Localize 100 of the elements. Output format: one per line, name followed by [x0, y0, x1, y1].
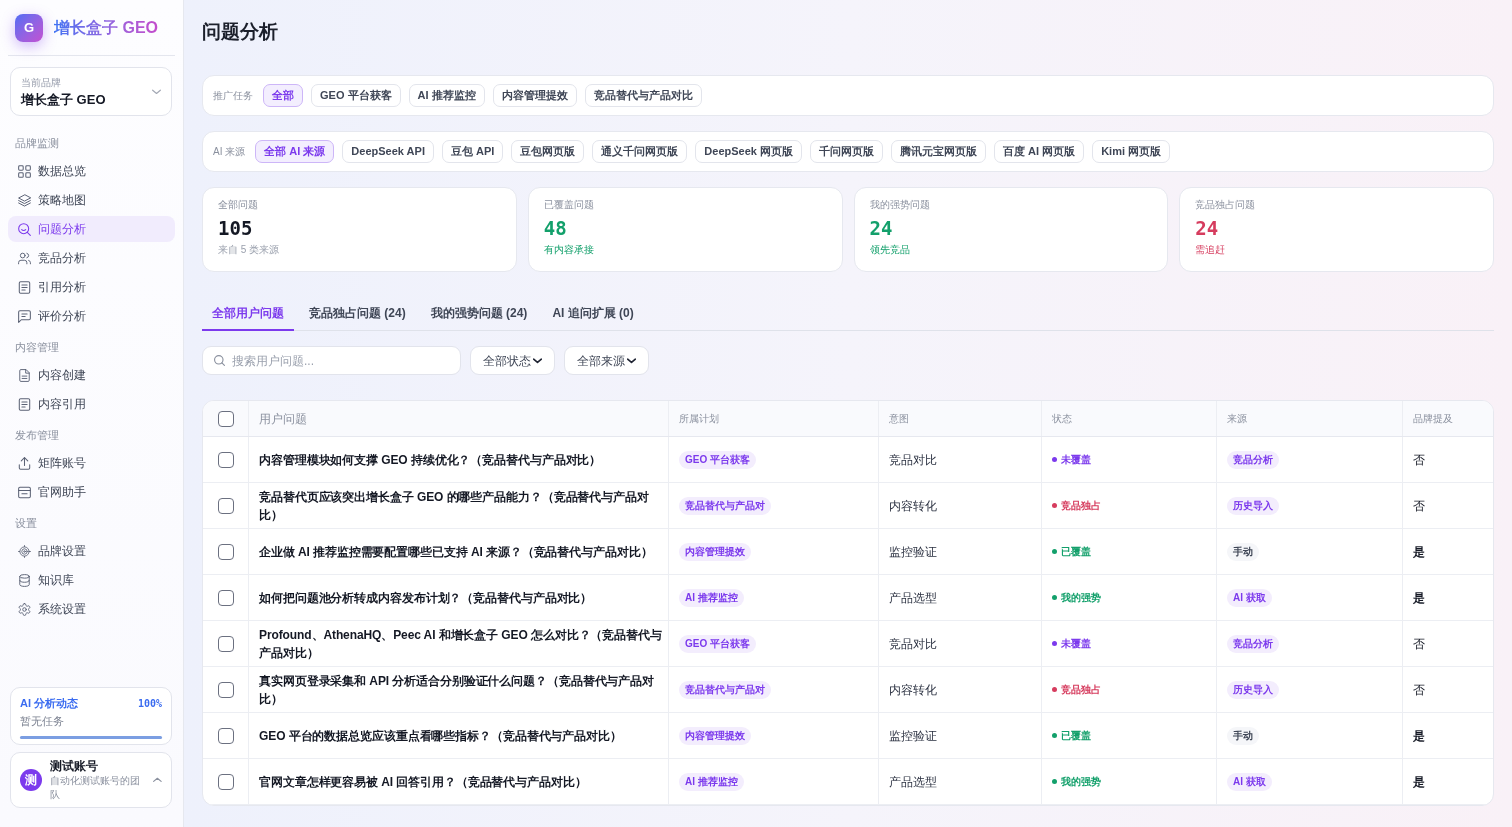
- question-cell: 真实网页登录采集和 API 分析适合分别验证什么问题？（竞品替代与产品对比）: [249, 667, 669, 712]
- status-text: 竞品独占: [1061, 683, 1101, 697]
- filter-chip[interactable]: 内容管理提效: [492, 84, 577, 107]
- checkbox[interactable]: [217, 681, 234, 698]
- brand-selector[interactable]: 当前品牌 增长盒子 GEO: [10, 67, 172, 116]
- plan-tag: AI 推荐监控: [679, 772, 744, 791]
- tab[interactable]: 我的强势问题 (24): [420, 297, 538, 331]
- status-text: 未覆盖: [1061, 637, 1091, 651]
- account-name: 测试账号: [50, 758, 99, 774]
- filter-chip[interactable]: 全部: [263, 84, 303, 107]
- checkbox[interactable]: [217, 497, 234, 514]
- filter-chip[interactable]: 全部 AI 来源: [255, 140, 335, 163]
- question-cell: 如何把问题池分析转成内容发布计划？（竞品替代与产品对比）: [249, 575, 669, 620]
- nav-item[interactable]: 品牌设置: [8, 538, 175, 564]
- filter-label: 推广任务: [213, 89, 253, 103]
- filter-chip[interactable]: 百度 AI 网页版: [994, 140, 1085, 163]
- nav-item[interactable]: 引用分析: [8, 274, 175, 300]
- users-icon: [18, 251, 31, 265]
- filter-chip[interactable]: 竞品替代与产品对比: [584, 84, 702, 107]
- mention-cell-text: 是: [1412, 727, 1426, 745]
- column-header: 来源: [1217, 401, 1403, 436]
- plan-tag: 竞品替代与产品对: [679, 680, 771, 699]
- tab[interactable]: AI 追问扩展 (0): [542, 297, 644, 331]
- stat-value: 105: [218, 216, 254, 240]
- nav-item[interactable]: 评价分析: [8, 303, 175, 329]
- mention-cell-text: 是: [1412, 773, 1426, 791]
- target-icon: [18, 544, 31, 558]
- stat-note: 有内容承接: [543, 243, 595, 257]
- window-icon: [18, 485, 31, 499]
- ai-status-title: AI 分析动态: [20, 696, 79, 711]
- nav-item[interactable]: 问题分析: [8, 216, 175, 242]
- nav-item[interactable]: 系统设置: [8, 596, 175, 622]
- plan-tag: GEO 平台获客: [679, 450, 756, 469]
- stat-label: 已覆盖问题: [543, 198, 595, 212]
- mention-cell-text: 否: [1412, 681, 1426, 699]
- plan-tag: 内容管理提效: [679, 542, 751, 561]
- filter-chip[interactable]: 豆包网页版: [511, 140, 585, 163]
- checkbox[interactable]: [217, 451, 234, 468]
- plan-tag: 内容管理提效: [679, 726, 751, 745]
- status-text: 我的强势: [1061, 591, 1101, 605]
- filter-chip[interactable]: DeepSeek 网页版: [695, 140, 802, 163]
- message-icon: [18, 309, 31, 323]
- filter-chip[interactable]: DeepSeek API: [342, 140, 434, 163]
- checkbox[interactable]: [217, 727, 234, 744]
- nav-item[interactable]: 官网助手: [8, 479, 175, 505]
- intent-cell: 竞品对比: [879, 437, 1042, 482]
- file-icon: [18, 368, 31, 382]
- filter-chip[interactable]: 通义千问网页版: [592, 140, 688, 163]
- checkbox[interactable]: [217, 773, 234, 790]
- grid-icon: [18, 164, 31, 178]
- source-tag: AI 获取: [1227, 772, 1272, 791]
- filter-label: AI 来源: [213, 145, 246, 159]
- column-header: 所属计划: [669, 401, 879, 436]
- mention-cell-text: 否: [1412, 451, 1426, 469]
- column-header: 品牌提及: [1412, 412, 1454, 426]
- filter-chip[interactable]: GEO 平台获客: [311, 84, 401, 107]
- source-tag: 手动: [1227, 726, 1259, 745]
- upload-icon: [18, 456, 31, 470]
- stat-label: 竞品独占问题: [1195, 198, 1257, 212]
- section-label: 发布管理: [14, 428, 60, 443]
- filter-chip[interactable]: 千问网页版: [810, 140, 883, 163]
- nav-item[interactable]: 竞品分析: [8, 245, 175, 271]
- document-icon: [18, 280, 31, 294]
- nav-item[interactable]: 内容创建: [8, 362, 175, 388]
- app-title: 增长盒子 GEO: [54, 18, 158, 38]
- tab[interactable]: 竞品独占问题 (24): [299, 297, 416, 331]
- dropdown[interactable]: 全部来源: [564, 346, 649, 375]
- section-label: 设置: [14, 516, 38, 531]
- stat-label: 我的强势问题: [869, 198, 931, 212]
- status-text: 未覆盖: [1061, 453, 1091, 467]
- checkbox[interactable]: [217, 635, 234, 652]
- filter-chip[interactable]: 豆包 API: [441, 140, 504, 163]
- search-icon: [18, 222, 31, 236]
- brand-value: 增长盒子 GEO: [21, 90, 106, 108]
- question-cell: GEO 平台的数据总览应该重点看哪些指标？（竞品替代与产品对比）: [249, 713, 669, 758]
- tab[interactable]: 全部用户问题: [202, 297, 294, 331]
- nav-item[interactable]: 数据总览: [8, 158, 175, 184]
- column-header: 意图: [879, 401, 1042, 436]
- nav-item[interactable]: 矩阵账号: [8, 450, 175, 476]
- plan-tag: GEO 平台获客: [679, 634, 756, 653]
- checkbox[interactable]: [217, 543, 234, 560]
- intent-cell: 监控验证: [879, 529, 1042, 574]
- dropdown[interactable]: 全部状态: [470, 346, 555, 375]
- nav-item[interactable]: 知识库: [8, 567, 175, 593]
- plan-tag: AI 推荐监控: [679, 588, 744, 607]
- nav-item[interactable]: 策略地图: [8, 187, 175, 213]
- avatar: 测: [20, 769, 42, 791]
- checkbox[interactable]: [217, 410, 234, 427]
- status-text: 竞品独占: [1061, 499, 1101, 513]
- filter-chip[interactable]: AI 推荐监控: [408, 84, 485, 107]
- search-field[interactable]: 搜索用户问题...: [202, 346, 461, 375]
- mention-cell-text: 否: [1412, 497, 1426, 515]
- checkbox[interactable]: [217, 589, 234, 606]
- nav-item[interactable]: 内容引用: [8, 391, 175, 417]
- section-label: 品牌监测: [14, 136, 60, 151]
- source-tag: AI 获取: [1227, 588, 1272, 607]
- account-card[interactable]: 测 测试账号 自动化测试账号的团队: [10, 752, 172, 808]
- filter-chip[interactable]: 腾讯元宝网页版: [891, 140, 986, 163]
- mention-cell-text: 是: [1412, 543, 1426, 561]
- filter-chip[interactable]: Kimi 网页版: [1092, 140, 1171, 163]
